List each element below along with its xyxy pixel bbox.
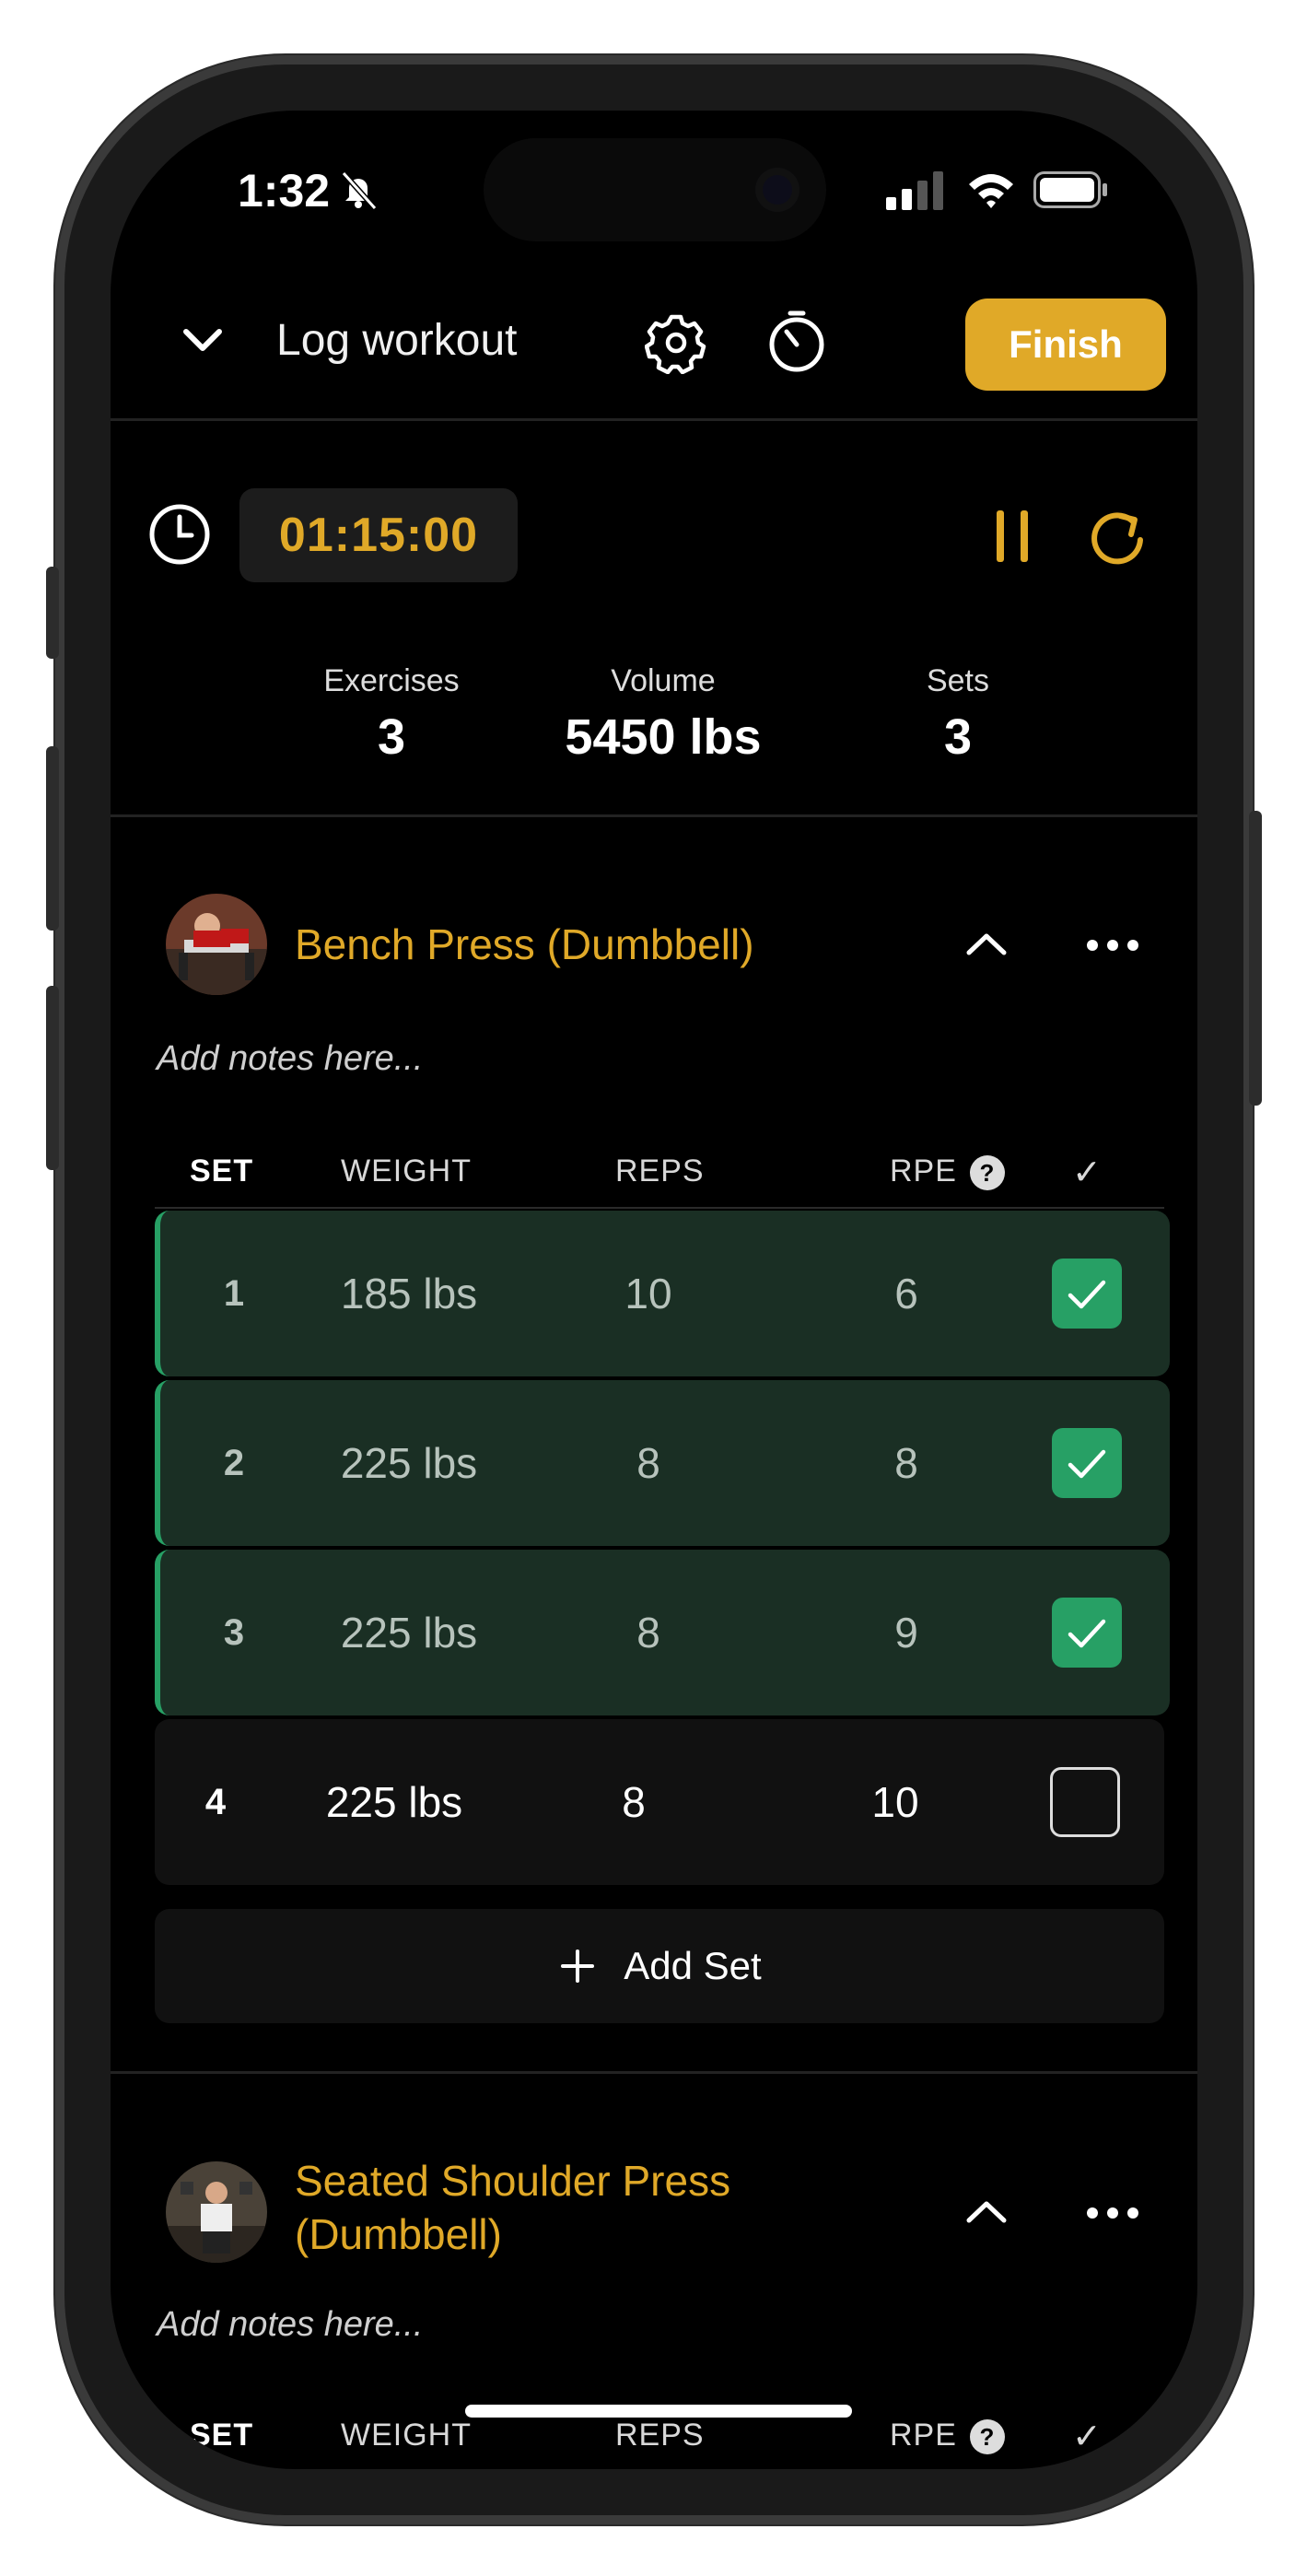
- completed-checkbox[interactable]: [1052, 1428, 1122, 1498]
- set-weight[interactable]: 225 lbs: [289, 1550, 529, 1715]
- clock-icon: [149, 504, 210, 565]
- uncompleted-checkbox[interactable]: [1050, 1767, 1120, 1837]
- set-row[interactable]: 3 225 lbs 8 9: [155, 1550, 1170, 1715]
- col-rpe-label: RPE: [890, 2418, 957, 2453]
- set-rpe[interactable]: 6: [833, 1211, 980, 1376]
- set-rpe[interactable]: 9: [833, 1550, 980, 1715]
- col-rpe: RPE?: [890, 1153, 1005, 1191]
- exercise-thumbnail[interactable]: [166, 894, 267, 995]
- add-set-button[interactable]: Add Set: [155, 1909, 1164, 2023]
- status-bar: 1:32: [111, 111, 1197, 276]
- col-reps: REPS: [615, 2418, 705, 2453]
- set-number: 1: [223, 1272, 245, 1314]
- status-time: 1:32: [238, 165, 331, 217]
- stat-value: 5450 lbs: [565, 709, 762, 765]
- stat-exercises: Exercises 3: [267, 663, 516, 766]
- set-reps[interactable]: 8: [575, 1550, 722, 1715]
- gear-icon[interactable]: [645, 311, 707, 374]
- col-reps: REPS: [615, 1153, 705, 1188]
- set-row[interactable]: 1 185 lbs 10 6: [155, 1211, 1170, 1376]
- plus-icon: [561, 1950, 595, 1983]
- finish-button[interactable]: Finish: [965, 299, 1166, 391]
- chevron-up-icon[interactable]: [962, 2187, 1011, 2237]
- exercise-thumbnail[interactable]: [166, 2161, 267, 2263]
- stat-label: Volume: [611, 663, 716, 698]
- col-check: ✓: [1072, 1153, 1103, 1192]
- table-header-divider: [155, 1207, 1164, 1209]
- add-set-label: Add Set: [624, 1944, 762, 1987]
- set-row[interactable]: 4 225 lbs 8 10: [155, 1719, 1164, 1885]
- set-weight[interactable]: 225 lbs: [274, 1719, 514, 1885]
- app-header: Log workout Finish: [111, 276, 1197, 415]
- cellular-signal-icon: [886, 171, 943, 210]
- exercise-divider: [111, 2071, 1197, 2074]
- completed-checkbox[interactable]: [1052, 1259, 1122, 1329]
- home-indicator[interactable]: [465, 2405, 852, 2418]
- stats-divider: [111, 814, 1197, 817]
- chevron-down-icon[interactable]: [175, 313, 230, 369]
- restart-icon[interactable]: [1087, 505, 1148, 568]
- set-weight[interactable]: 225 lbs: [289, 1380, 529, 1546]
- volume-up-button: [46, 746, 59, 931]
- stat-label: Sets: [926, 663, 990, 698]
- col-check: ✓: [1072, 2418, 1103, 2456]
- stat-value: 3: [377, 709, 406, 765]
- help-icon[interactable]: ?: [969, 2419, 1005, 2455]
- wifi-icon: [969, 174, 1013, 208]
- camera-lens: [755, 168, 799, 212]
- col-set: SET: [190, 1153, 254, 1188]
- action-button: [46, 567, 59, 659]
- set-rpe[interactable]: 10: [822, 1719, 969, 1885]
- chevron-up-icon[interactable]: [962, 919, 1011, 969]
- stat-volume: Volume 5450 lbs: [516, 663, 811, 766]
- stat-value: 3: [943, 709, 973, 765]
- workout-timer[interactable]: 01:15:00: [239, 488, 518, 582]
- set-reps[interactable]: 8: [575, 1380, 722, 1546]
- page-title: Log workout: [276, 316, 518, 365]
- stat-sets: Sets 3: [866, 663, 1050, 766]
- completed-checkbox[interactable]: [1052, 1598, 1122, 1668]
- stopwatch-icon[interactable]: [764, 310, 829, 374]
- header-divider: [111, 418, 1197, 421]
- exercise-name[interactable]: Seated Shoulder Press (Dumbbell): [295, 2154, 730, 2261]
- set-number: 2: [223, 1442, 245, 1483]
- app-screen: 1:32 Log workout Finish 01:15:00 Exercis…: [111, 111, 1197, 2469]
- exercise-name-line: (Dumbbell): [295, 2210, 502, 2258]
- set-row[interactable]: 2 225 lbs 8 8: [155, 1380, 1170, 1546]
- set-number: 3: [223, 1611, 245, 1653]
- silent-bell-icon: [341, 170, 378, 211]
- exercise-name-line: Seated Shoulder Press: [295, 2157, 731, 2205]
- exercise-name[interactable]: Bench Press (Dumbbell): [295, 918, 754, 971]
- pause-icon[interactable]: [986, 507, 1041, 566]
- set-reps[interactable]: 10: [575, 1211, 722, 1376]
- help-icon[interactable]: ?: [969, 1155, 1005, 1191]
- set-weight[interactable]: 185 lbs: [289, 1211, 529, 1376]
- exercise-card: Seated Shoulder Press (Dumbbell): [111, 2137, 1197, 2276]
- volume-down-button: [46, 986, 59, 1170]
- col-set: SET: [190, 2418, 254, 2453]
- set-number: 4: [204, 1781, 227, 1822]
- set-rpe[interactable]: 8: [833, 1380, 980, 1546]
- exercise-card: Bench Press (Dumbbell): [111, 884, 1197, 1004]
- col-weight: WEIGHT: [341, 2418, 472, 2453]
- notes-field[interactable]: Add notes here...: [157, 2305, 423, 2345]
- more-options-icon[interactable]: [1085, 2204, 1140, 2222]
- notes-field[interactable]: Add notes here...: [157, 1039, 423, 1079]
- col-rpe: RPE?: [890, 2418, 1005, 2455]
- col-rpe-label: RPE: [890, 1153, 957, 1188]
- stat-label: Exercises: [323, 663, 460, 698]
- power-button: [1249, 811, 1262, 1106]
- more-options-icon[interactable]: [1085, 936, 1140, 954]
- col-weight: WEIGHT: [341, 1153, 472, 1188]
- battery-icon: [1033, 171, 1107, 208]
- set-reps[interactable]: 8: [560, 1719, 707, 1885]
